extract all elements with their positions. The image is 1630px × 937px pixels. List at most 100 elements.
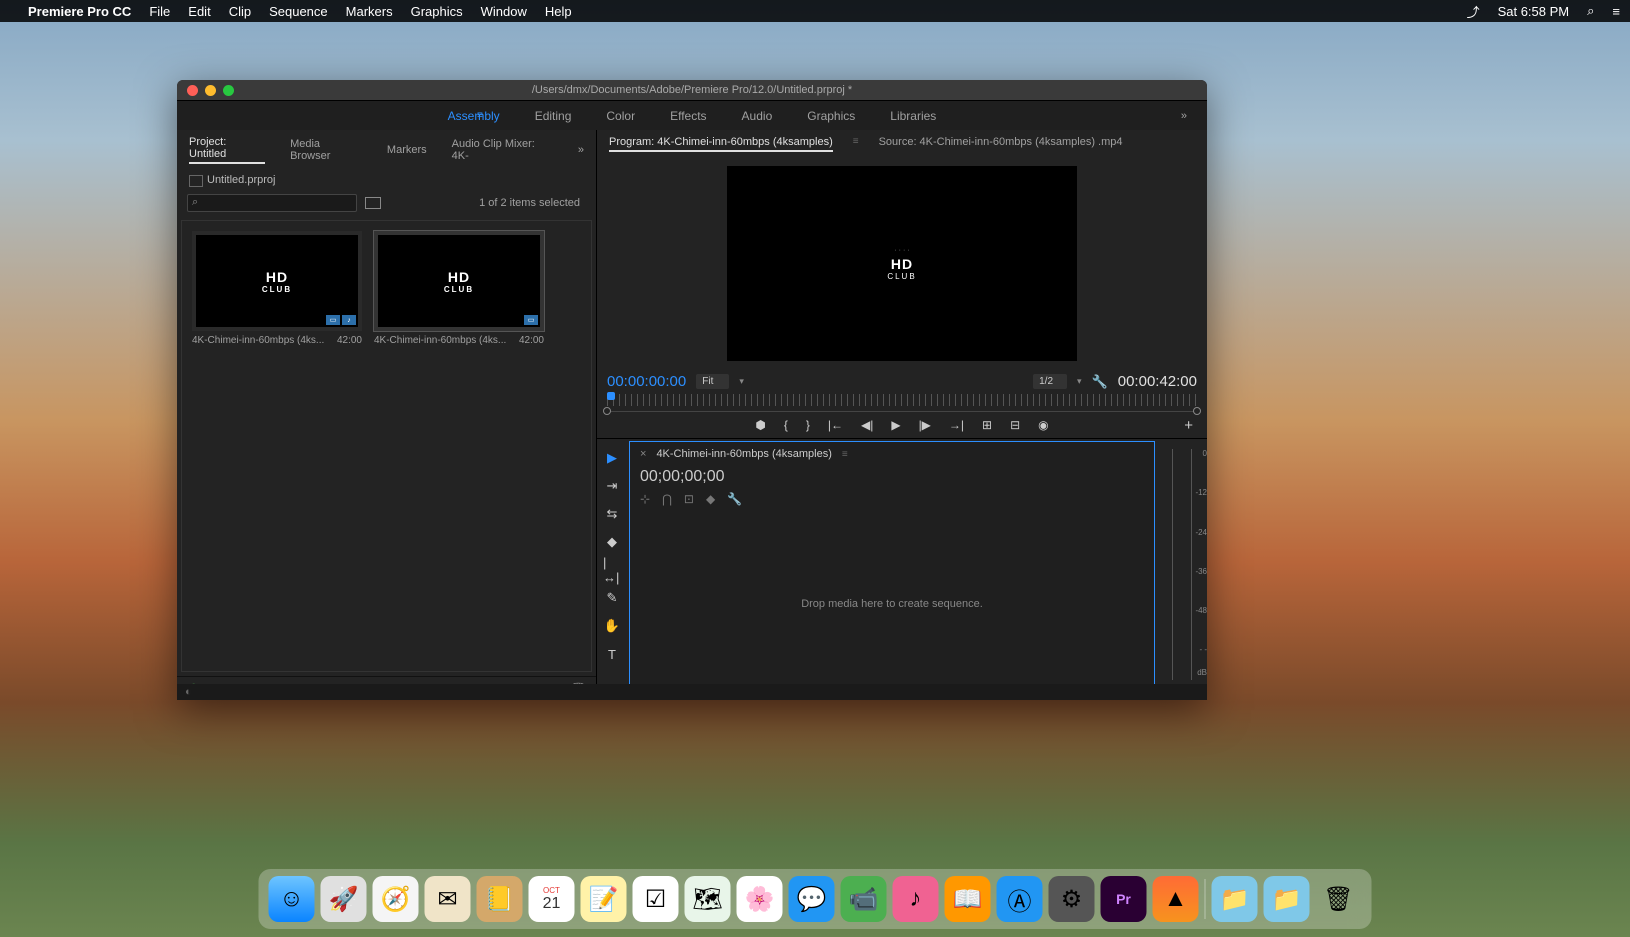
type-tool-icon[interactable]: T (603, 645, 621, 663)
snap-icon[interactable]: ⋂ (662, 492, 672, 506)
panel-tabs-overflow-icon[interactable]: » (578, 144, 584, 156)
dock-messages-icon[interactable]: 💬 (789, 876, 835, 922)
workspace-audio[interactable]: Audio (742, 109, 773, 123)
dock-system-preferences-icon[interactable]: ⚙ (1049, 876, 1095, 922)
workspace-libraries[interactable]: Libraries (890, 109, 936, 123)
timeline-drop-hint: Drop media here to create sequence. (630, 510, 1154, 697)
selection-tool-icon[interactable]: ▶ (603, 449, 621, 467)
menu-edit[interactable]: Edit (188, 4, 210, 19)
timeline-timecode[interactable]: 00;00;00;00 (630, 466, 1154, 488)
tab-markers[interactable]: Markers (387, 144, 427, 156)
play-icon[interactable]: ▶ (891, 418, 900, 432)
dock-ibooks-icon[interactable]: 📖 (945, 876, 991, 922)
timeline-close-icon[interactable]: × (640, 448, 646, 460)
razor-tool-icon[interactable]: ◆ (603, 533, 621, 551)
dock-appstore-icon[interactable]: Ⓐ (997, 876, 1043, 922)
workspace-editing[interactable]: Editing (535, 109, 572, 123)
go-to-in-icon[interactable]: |← (828, 418, 843, 432)
dock-itunes-icon[interactable]: ♪ (893, 876, 939, 922)
system-tray-icon[interactable]: ⤴ (1467, 2, 1480, 21)
workspace-graphics[interactable]: Graphics (807, 109, 855, 123)
go-to-out-icon[interactable]: →| (949, 418, 964, 432)
dock-folder-icon[interactable]: 📁 (1212, 876, 1258, 922)
step-back-icon[interactable]: ◀| (861, 418, 873, 432)
export-frame-icon[interactable]: ◉ (1038, 418, 1048, 432)
mark-in-icon[interactable]: { (784, 418, 788, 432)
program-time-ruler[interactable] (607, 394, 1197, 412)
extract-icon[interactable]: ⊟ (1010, 418, 1020, 432)
dock-calendar-icon[interactable]: OCT21 (529, 876, 575, 922)
minimize-window-button[interactable] (205, 85, 216, 96)
dock-affinity-icon[interactable]: ▲ (1153, 876, 1199, 922)
tab-source-monitor[interactable]: Source: 4K-Chimei-inn-60mbps (4ksamples)… (879, 136, 1123, 152)
workspace-effects[interactable]: Effects (670, 109, 706, 123)
dock-trash-icon[interactable]: 🗑 (1316, 876, 1362, 922)
linked-selection-icon[interactable]: ⊡ (684, 492, 694, 506)
menu-markers[interactable]: Markers (346, 4, 393, 19)
clip-item[interactable]: HDCLUB ▭♪ 4K-Chimei-inn-60mbps (4ks...42… (192, 231, 362, 346)
timeline-settings-icon[interactable]: 🔧 (727, 492, 742, 506)
program-timecode-current[interactable]: 00:00:00:00 (607, 373, 686, 390)
dock-downloads-icon[interactable]: 📁 (1264, 876, 1310, 922)
timeline-panel-menu-icon[interactable]: ≡ (842, 449, 848, 460)
clip-item-selected[interactable]: HDCLUB ▭ 4K-Chimei-inn-60mbps (4ks...42:… (374, 231, 544, 346)
dock-facetime-icon[interactable]: 📹 (841, 876, 887, 922)
workspace-color[interactable]: Color (606, 109, 635, 123)
add-marker-timeline-icon[interactable]: ◆ (706, 492, 715, 506)
close-window-button[interactable] (187, 85, 198, 96)
dock-finder-icon[interactable]: ☺ (269, 876, 315, 922)
slip-tool-icon[interactable]: |↔| (603, 561, 621, 579)
dock-photos-icon[interactable]: 🌸 (737, 876, 783, 922)
dock-premiere-icon[interactable]: Pr (1101, 876, 1147, 922)
dock-maps-icon[interactable]: 🗺 (685, 876, 731, 922)
dock-launchpad-icon[interactable]: 🚀 (321, 876, 367, 922)
dock-safari-icon[interactable]: 🧭 (373, 876, 419, 922)
playback-resolution-dropdown[interactable]: 1/2 (1033, 374, 1067, 389)
track-select-tool-icon[interactable]: ⇥ (603, 477, 621, 495)
workspace-assembly[interactable]: Assembly (448, 109, 500, 123)
tab-program-monitor[interactable]: Program: 4K-Chimei-inn-60mbps (4ksamples… (609, 136, 833, 152)
sync-settings-icon[interactable]: ◐ (185, 686, 192, 698)
ripple-edit-tool-icon[interactable]: ⇆ (603, 505, 621, 523)
menu-graphics[interactable]: Graphics (411, 4, 463, 19)
menu-clip[interactable]: Clip (229, 4, 251, 19)
workspace-overflow-icon[interactable]: » (1181, 110, 1187, 122)
hand-tool-icon[interactable]: ✋ (603, 617, 621, 635)
clip-name: 4K-Chimei-inn-60mbps (4ks... (192, 335, 324, 346)
program-video-display[interactable]: · · · · HD CLUB (727, 166, 1077, 361)
workspace-panel-menu-icon[interactable]: ≡ (477, 110, 484, 121)
titlebar[interactable]: /Users/dmx/Documents/Adobe/Premiere Pro/… (177, 80, 1207, 100)
menu-sequence[interactable]: Sequence (269, 4, 328, 19)
settings-wrench-icon[interactable]: 🔧 (1092, 374, 1108, 390)
menu-help[interactable]: Help (545, 4, 572, 19)
pen-tool-icon[interactable]: ✎ (603, 589, 621, 607)
button-editor-icon[interactable]: + (1184, 417, 1193, 434)
dock-mail-icon[interactable]: ✉ (425, 876, 471, 922)
insert-sequence-icon[interactable]: ⊹ (640, 492, 650, 506)
step-forward-icon[interactable]: |▶ (919, 418, 931, 432)
menubar-clock[interactable]: Sat 6:58 PM (1498, 4, 1570, 19)
item-count-label: 1 of 2 items selected (479, 197, 586, 209)
menu-file[interactable]: File (149, 4, 170, 19)
timeline-panel[interactable]: × 4K-Chimei-inn-60mbps (4ksamples) ≡ 00;… (629, 441, 1155, 698)
zoom-fit-dropdown[interactable]: Fit (696, 374, 729, 389)
tab-media-browser[interactable]: Media Browser (290, 138, 362, 162)
dock-contacts-icon[interactable]: 📒 (477, 876, 523, 922)
mark-out-icon[interactable]: } (806, 418, 810, 432)
zoom-window-button[interactable] (223, 85, 234, 96)
lift-icon[interactable]: ⊞ (982, 418, 992, 432)
menu-window[interactable]: Window (481, 4, 527, 19)
program-panel-menu-icon[interactable]: ≡ (853, 136, 859, 152)
playhead-icon[interactable] (607, 392, 615, 400)
add-marker-icon[interactable]: ⬢ (755, 418, 765, 432)
project-bin[interactable]: HDCLUB ▭♪ 4K-Chimei-inn-60mbps (4ks...42… (181, 220, 592, 672)
control-center-icon[interactable]: ≡ (1612, 4, 1620, 19)
new-bin-from-search-icon[interactable] (365, 197, 381, 209)
tab-audio-mixer[interactable]: Audio Clip Mixer: 4K- (452, 138, 553, 162)
tab-project[interactable]: Project: Untitled (189, 136, 265, 164)
project-search-input[interactable] (187, 194, 357, 212)
app-menu[interactable]: Premiere Pro CC (28, 4, 131, 19)
dock-notes-icon[interactable]: 📝 (581, 876, 627, 922)
dock-reminders-icon[interactable]: ☑ (633, 876, 679, 922)
spotlight-icon[interactable]: ⌕ (1587, 3, 1594, 19)
